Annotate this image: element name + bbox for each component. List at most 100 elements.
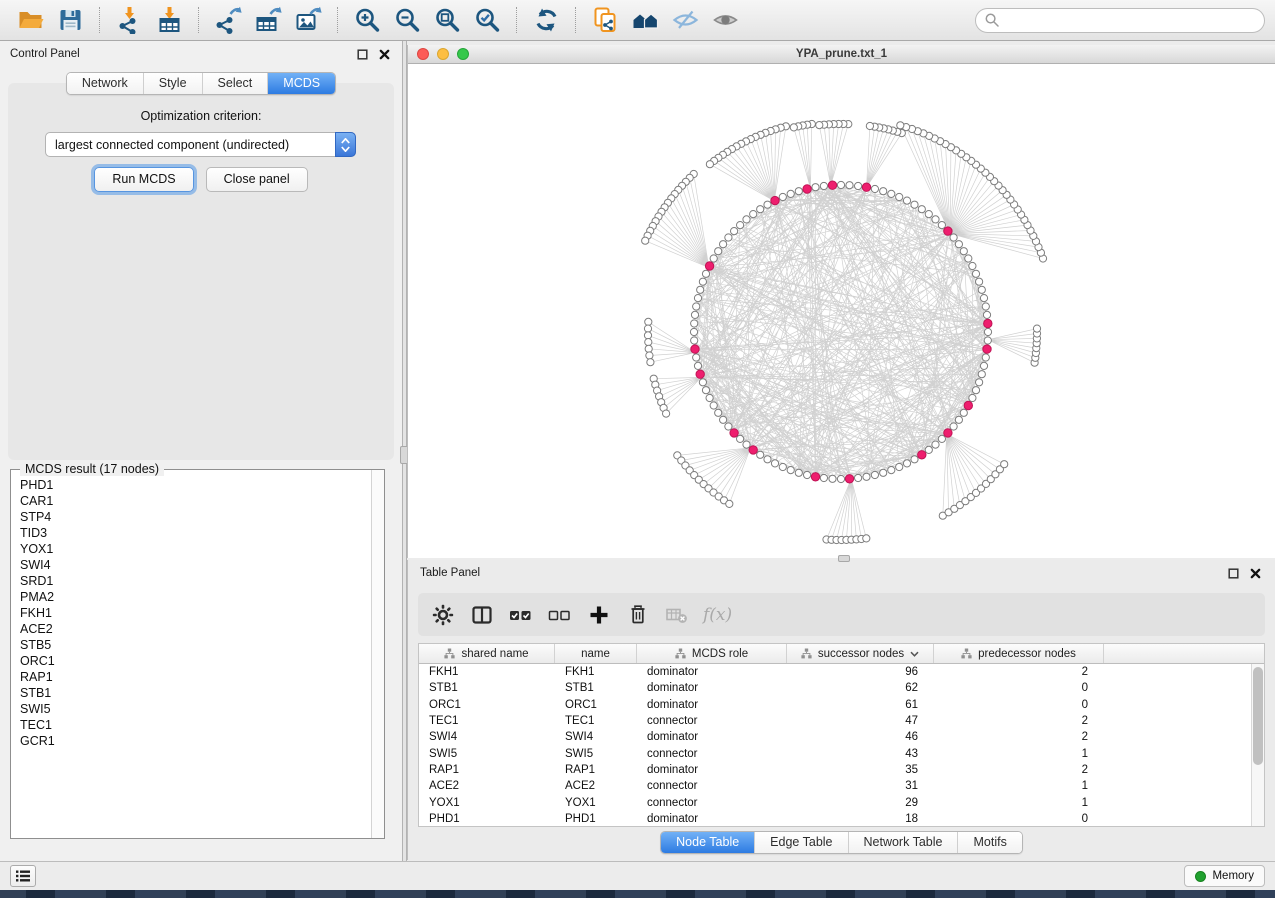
tab-network[interactable]: Network bbox=[67, 73, 143, 94]
show-columns-button[interactable] bbox=[467, 600, 497, 630]
delete-table-button[interactable] bbox=[662, 600, 692, 630]
hide-selected-button[interactable] bbox=[667, 4, 703, 36]
memory-button-label: Memory bbox=[1212, 870, 1254, 882]
tab-mcds[interactable]: MCDS bbox=[267, 73, 335, 94]
tab-select[interactable]: Select bbox=[202, 73, 268, 94]
zoom-fit-button[interactable] bbox=[429, 4, 465, 36]
result-node-item[interactable]: PMA2 bbox=[20, 589, 370, 605]
close-window-icon[interactable] bbox=[417, 48, 429, 60]
import-network-button[interactable] bbox=[111, 4, 147, 36]
search-box[interactable] bbox=[975, 8, 1265, 33]
table-row[interactable]: TEC1TEC1connector472 bbox=[419, 713, 1251, 729]
apply-layout-button[interactable] bbox=[528, 4, 564, 36]
table-toolbar: f(x) bbox=[418, 593, 1265, 636]
table-row[interactable]: ORC1ORC1dominator610 bbox=[419, 697, 1251, 713]
close-panel-button[interactable] bbox=[376, 46, 392, 62]
toolbar-separator bbox=[575, 7, 576, 33]
memory-button[interactable]: Memory bbox=[1184, 865, 1265, 887]
tab-node-table[interactable]: Node Table bbox=[661, 832, 754, 853]
zoom-out-button[interactable] bbox=[389, 4, 425, 36]
export-table-button[interactable] bbox=[250, 4, 286, 36]
network-window-titlebar[interactable]: YPA_prune.txt_1 bbox=[408, 45, 1275, 64]
table-row[interactable]: RAP1RAP1dominator352 bbox=[419, 762, 1251, 778]
table-scrollbar-thumb[interactable] bbox=[1253, 667, 1263, 765]
result-node-item[interactable]: STB5 bbox=[20, 637, 370, 653]
table-scrollbar[interactable] bbox=[1251, 664, 1264, 826]
close-panel-button-mcds[interactable]: Close panel bbox=[206, 167, 308, 192]
result-node-item[interactable]: GCR1 bbox=[20, 733, 370, 749]
tab-style[interactable]: Style bbox=[143, 73, 202, 94]
result-node-item[interactable]: ORC1 bbox=[20, 653, 370, 669]
save-session-button[interactable] bbox=[52, 4, 88, 36]
clone-network-button[interactable] bbox=[587, 4, 623, 36]
zoom-selected-button[interactable] bbox=[469, 4, 505, 36]
cell-successor-nodes: 61 bbox=[787, 699, 934, 711]
column-header-successor-nodes[interactable]: successor nodes bbox=[787, 644, 934, 663]
cell-successor-nodes: 35 bbox=[787, 764, 934, 776]
show-panels-button[interactable] bbox=[10, 865, 36, 887]
result-node-item[interactable]: PHD1 bbox=[20, 477, 370, 493]
column-header-filler bbox=[1104, 644, 1264, 663]
open-file-button[interactable] bbox=[12, 4, 48, 36]
result-node-item[interactable]: SWI5 bbox=[20, 701, 370, 717]
result-node-item[interactable]: CAR1 bbox=[20, 493, 370, 509]
close-table-panel-button[interactable] bbox=[1247, 565, 1263, 581]
network-graph[interactable] bbox=[408, 64, 1274, 558]
cell-name: ORC1 bbox=[555, 699, 637, 711]
result-node-item[interactable]: STP4 bbox=[20, 509, 370, 525]
result-node-item[interactable]: FKH1 bbox=[20, 605, 370, 621]
delete-column-button[interactable] bbox=[623, 600, 653, 630]
result-node-item[interactable]: SWI4 bbox=[20, 557, 370, 573]
cell-shared-name: TEC1 bbox=[419, 715, 555, 727]
search-input[interactable] bbox=[1005, 13, 1255, 27]
column-header-predecessor-nodes[interactable]: predecessor nodes bbox=[934, 644, 1104, 663]
result-node-item[interactable]: YOX1 bbox=[20, 541, 370, 557]
float-table-panel-button[interactable] bbox=[1225, 565, 1241, 581]
export-image-button[interactable] bbox=[290, 4, 326, 36]
deselect-all-rows-button[interactable] bbox=[545, 600, 575, 630]
table-row[interactable]: PHD1PHD1dominator180 bbox=[419, 811, 1251, 826]
mcds-result-list[interactable]: PHD1CAR1STP4TID3YOX1SWI4SRD1PMA2FKH1ACE2… bbox=[12, 471, 370, 837]
zoom-window-icon[interactable] bbox=[457, 48, 469, 60]
import-table-button[interactable] bbox=[151, 4, 187, 36]
cell-predecessor-nodes: 2 bbox=[934, 764, 1104, 776]
result-node-item[interactable]: ACE2 bbox=[20, 621, 370, 637]
cell-predecessor-nodes: 0 bbox=[934, 699, 1104, 711]
cell-predecessor-nodes: 2 bbox=[934, 666, 1104, 678]
tab-network-table[interactable]: Network Table bbox=[848, 832, 958, 853]
result-node-item[interactable]: STB1 bbox=[20, 685, 370, 701]
column-header-name[interactable]: name bbox=[555, 644, 637, 663]
column-header-mcds-role[interactable]: MCDS role bbox=[637, 644, 787, 663]
show-all-button[interactable] bbox=[707, 4, 743, 36]
select-all-rows-button[interactable] bbox=[506, 600, 536, 630]
float-panel-button[interactable] bbox=[354, 46, 370, 62]
add-column-button[interactable] bbox=[584, 600, 614, 630]
export-network-button[interactable] bbox=[210, 4, 246, 36]
tab-edge-table[interactable]: Edge Table bbox=[754, 832, 847, 853]
criterion-dropdown[interactable]: largest connected component (undirected) bbox=[45, 132, 356, 157]
result-node-item[interactable]: SRD1 bbox=[20, 573, 370, 589]
run-mcds-button[interactable]: Run MCDS bbox=[94, 167, 193, 192]
column-header-shared-name[interactable]: shared name bbox=[419, 644, 555, 663]
minimize-window-icon[interactable] bbox=[437, 48, 449, 60]
table-row[interactable]: ACE2ACE2connector311 bbox=[419, 778, 1251, 794]
result-node-item[interactable]: TID3 bbox=[20, 525, 370, 541]
mcds-result-scrollbar[interactable] bbox=[371, 470, 384, 838]
first-neighbors-button[interactable] bbox=[627, 4, 663, 36]
toolbar-separator bbox=[99, 7, 100, 33]
result-node-item[interactable]: RAP1 bbox=[20, 669, 370, 685]
table-row[interactable]: FKH1FKH1dominator962 bbox=[419, 664, 1251, 680]
column-settings-button[interactable] bbox=[428, 600, 458, 630]
zoom-in-button[interactable] bbox=[349, 4, 385, 36]
table-row[interactable]: YOX1YOX1connector291 bbox=[419, 794, 1251, 810]
table-row[interactable]: SWI4SWI4dominator462 bbox=[419, 729, 1251, 745]
result-node-item[interactable]: TEC1 bbox=[20, 717, 370, 733]
cell-shared-name: SWI5 bbox=[419, 748, 555, 760]
control-panel-title: Control Panel bbox=[10, 48, 348, 60]
table-row[interactable]: STB1STB1dominator620 bbox=[419, 680, 1251, 696]
horizontal-splitter-grip[interactable] bbox=[838, 555, 850, 562]
tab-motifs[interactable]: Motifs bbox=[957, 832, 1021, 853]
network-canvas[interactable] bbox=[408, 64, 1275, 558]
function-builder-button[interactable]: f(x) bbox=[701, 605, 732, 625]
table-row[interactable]: SWI5SWI5connector431 bbox=[419, 745, 1251, 761]
